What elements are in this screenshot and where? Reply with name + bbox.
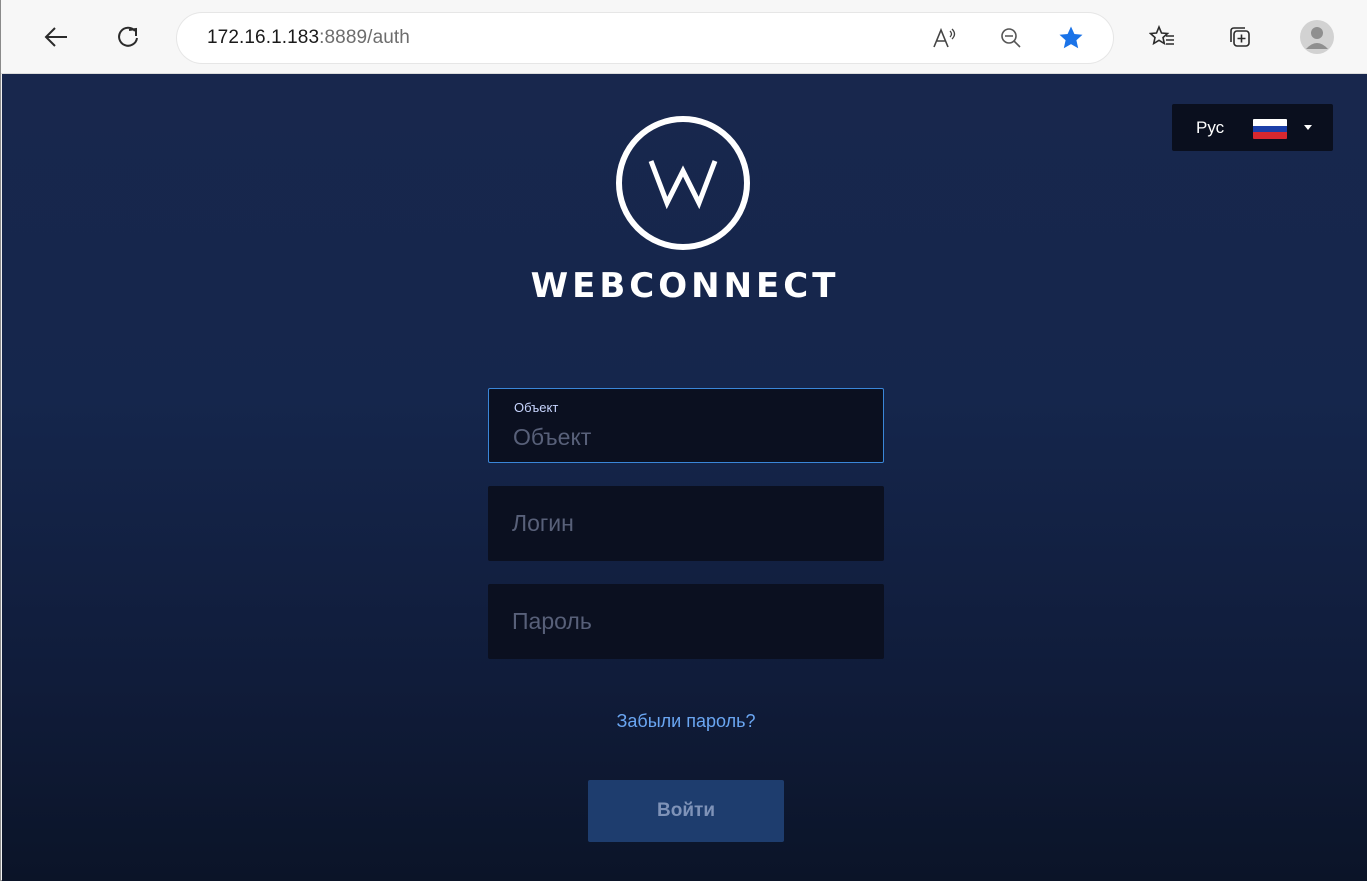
login-button[interactable]: Войти [588, 780, 784, 842]
profile-avatar-icon[interactable] [1297, 17, 1337, 57]
flag-stripe-red [1253, 132, 1287, 139]
object-field[interactable]: Объект [488, 388, 884, 463]
browser-toolbar: 172.16.1.183:8889/auth [1, 0, 1367, 74]
forgot-password-link[interactable]: Забыли пароль? [488, 711, 884, 732]
url-path: :8889/auth [319, 27, 410, 48]
language-selector[interactable]: Рус [1172, 104, 1333, 151]
russia-flag-icon [1253, 119, 1287, 139]
zoom-out-icon[interactable] [995, 22, 1027, 54]
auth-page: Рус WEBCONNECT Объект Забыли пароль? Вой… [2, 74, 1367, 881]
url-text[interactable]: 172.16.1.183:8889/auth [207, 13, 410, 63]
url-host: 172.16.1.183 [207, 27, 320, 48]
password-input[interactable] [488, 584, 884, 659]
chevron-down-icon [1304, 125, 1312, 130]
flag-stripe-blue [1253, 125, 1287, 133]
object-input[interactable] [489, 389, 883, 462]
star-filled-icon[interactable] [1055, 22, 1087, 54]
logo-w-icon [648, 160, 718, 209]
language-label: Рус [1196, 118, 1225, 137]
favorites-icon[interactable] [1142, 17, 1182, 57]
login-input[interactable] [488, 486, 884, 561]
brand-name: WEBCONNECT [530, 266, 840, 306]
read-aloud-icon[interactable] [929, 22, 961, 54]
address-bar[interactable]: 172.16.1.183:8889/auth [177, 13, 1113, 63]
browser-window: 172.16.1.183:8889/auth Рус WEBCONNECT Об… [0, 0, 1367, 881]
login-field[interactable] [488, 486, 884, 561]
refresh-icon[interactable] [108, 17, 148, 57]
flag-stripe-white [1253, 119, 1287, 126]
password-field[interactable] [488, 584, 884, 659]
back-arrow-icon[interactable] [36, 17, 76, 57]
webconnect-logo [616, 116, 750, 250]
collections-icon[interactable] [1220, 17, 1260, 57]
